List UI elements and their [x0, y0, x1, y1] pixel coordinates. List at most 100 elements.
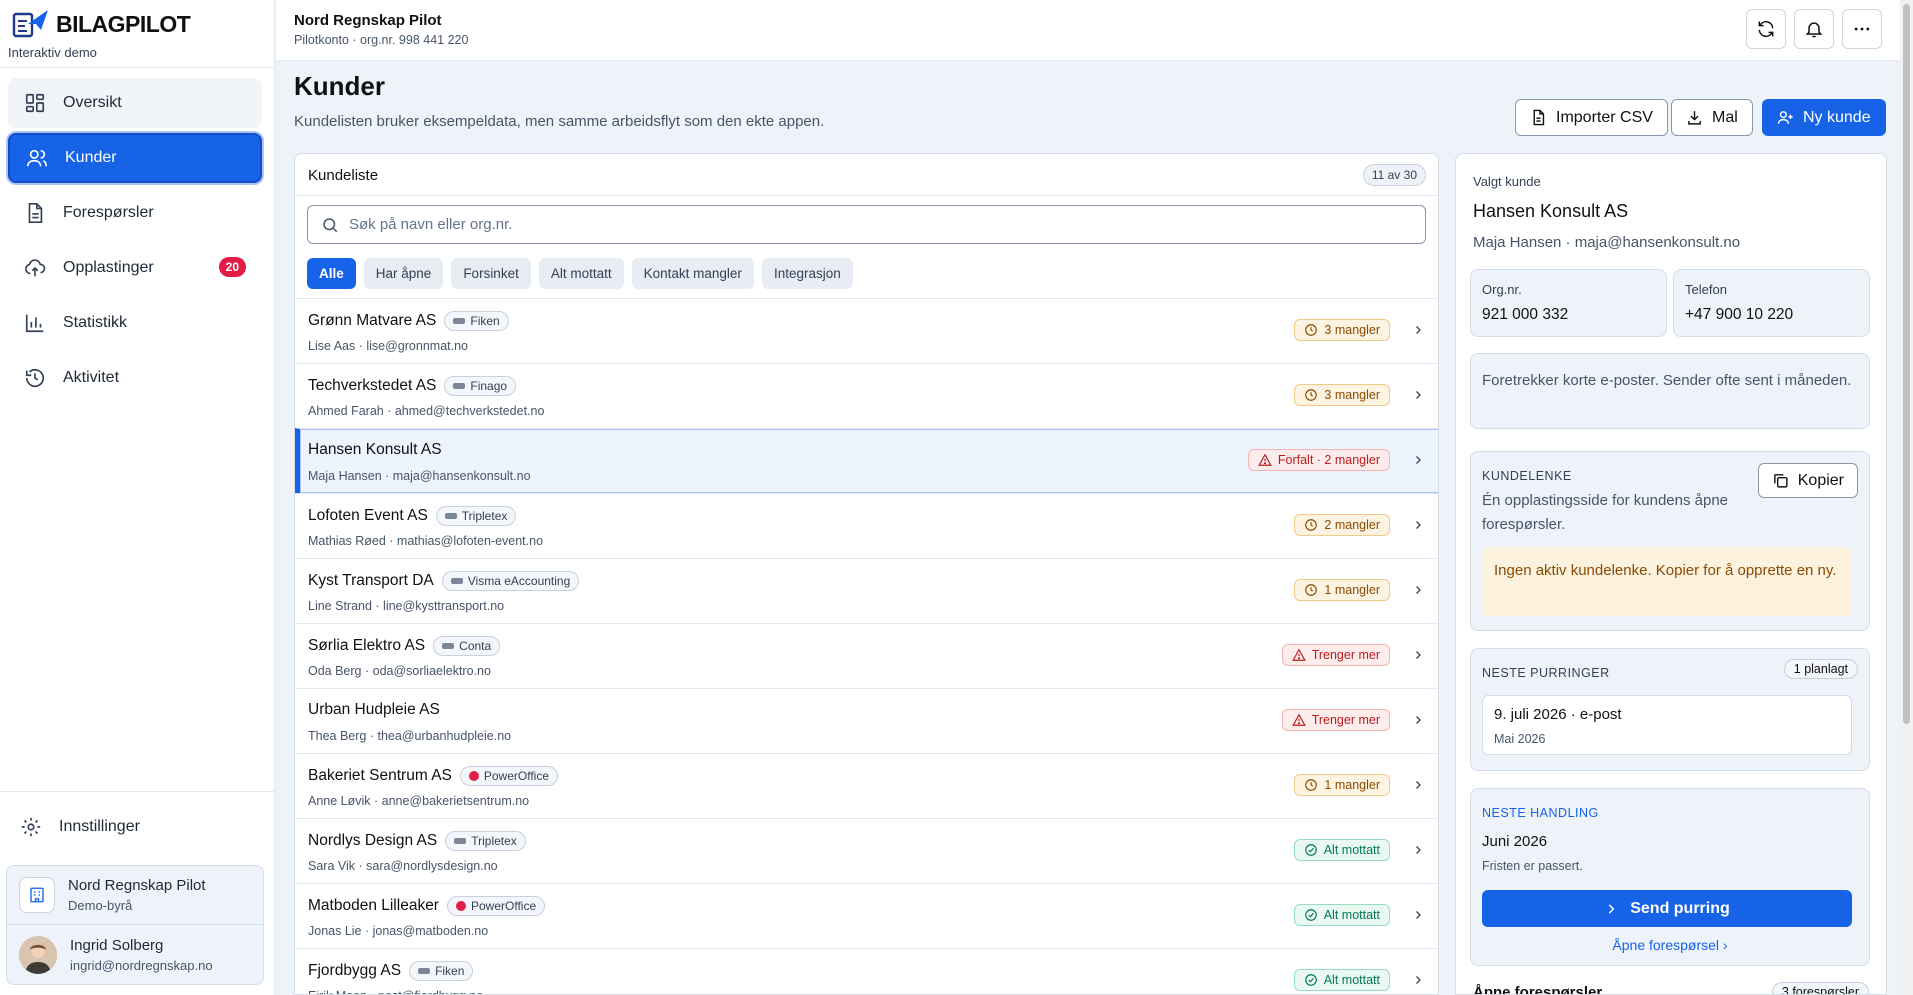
- gear-icon: [21, 817, 41, 837]
- warning-icon: [1291, 648, 1306, 662]
- customer-name: Techverkstedet AS: [308, 377, 437, 394]
- status-label: 3 mangler: [1324, 323, 1380, 337]
- open-request-label: Åpne forespørsel: [1612, 937, 1720, 953]
- customer-detail-panel: Valgt kunde Hansen Konsult AS Maja Hanse…: [1455, 153, 1887, 995]
- document-icon: [28, 203, 43, 223]
- bell-icon: [1805, 22, 1823, 38]
- refresh-button[interactable]: [1746, 9, 1786, 49]
- table-row[interactable]: Matboden Lilleaker PowerOffice Jonas Lie …: [295, 883, 1438, 948]
- status-badge: 1 mangler: [1294, 579, 1390, 601]
- link-warning: Ingen aktiv kundelenke. Kopier for å opp…: [1482, 547, 1852, 616]
- customer-contact: Sara Vik · sara@nordlysdesign.no: [308, 859, 498, 873]
- nav-item-aktivitet[interactable]: Aktivitet: [8, 353, 262, 403]
- clock-icon: [1304, 323, 1318, 337]
- avatar: [19, 935, 57, 974]
- chevron-right-icon: [1416, 846, 1421, 854]
- copy-link-button[interactable]: Kopier: [1757, 463, 1858, 498]
- search-input[interactable]: [349, 216, 1425, 233]
- check-circle-icon: [1304, 908, 1318, 922]
- integration-logo-icon: [450, 578, 463, 584]
- integration-label: Fiken: [470, 314, 500, 328]
- more-button[interactable]: [1842, 9, 1882, 49]
- list-title: Kundeliste: [308, 167, 379, 184]
- status-badge: Alt mottatt: [1293, 839, 1390, 861]
- customer-name: Fjordbygg AS: [308, 962, 402, 979]
- reminders-card: NESTE PURRINGER 1 planlagt 9. juli 2026 …: [1470, 648, 1870, 771]
- open-requests-count: 3 forespørsler: [1771, 982, 1869, 994]
- table-row[interactable]: Hansen Konsult AS Maja Hansen · maja@han…: [295, 428, 1438, 493]
- table-row[interactable]: Kyst Transport DA Visma eAccounting Line …: [295, 558, 1438, 623]
- nav-item-opplastinger[interactable]: Opplastinger 20: [8, 243, 262, 293]
- settings-link[interactable]: Innstillinger: [20, 816, 140, 838]
- account-title: Nord Regnskap Pilot: [294, 12, 442, 29]
- list-count: 11 av 30: [1362, 164, 1426, 186]
- customer-contact: Oda Berg · oda@sorliaelektro.no: [308, 664, 491, 678]
- customer-name-wrap: Kyst Transport DA Visma eAccounting: [308, 571, 580, 591]
- brand-name: BILAGPILOT: [56, 10, 191, 37]
- filter-alle[interactable]: Alle: [307, 258, 356, 289]
- filter-forsinket[interactable]: Forsinket: [451, 258, 531, 289]
- dashboard-icon: [25, 93, 45, 113]
- phone-box: Telefon +47 900 10 220: [1673, 269, 1870, 337]
- import-label: Importer CSV: [1556, 108, 1653, 126]
- filter-alt-mottatt[interactable]: Alt mottatt: [538, 258, 624, 289]
- customer-name: Grønn Matvare AS: [308, 312, 437, 329]
- customer-contact: Ahmed Farah · ahmed@techverkstedet.no: [308, 404, 545, 418]
- integration-badge: Tripletex: [435, 506, 517, 526]
- chevron-right-icon: [1416, 911, 1421, 919]
- nav-item-statistikk[interactable]: Statistikk: [8, 298, 262, 348]
- search-field[interactable]: [307, 205, 1426, 244]
- import-csv-button[interactable]: Importer CSV: [1515, 99, 1668, 136]
- chevron-right-icon: [1416, 976, 1421, 984]
- filter-chips: Alle Har åpne Forsinket Alt mottatt Kont…: [307, 258, 853, 289]
- notifications-button[interactable]: [1794, 9, 1834, 49]
- table-row[interactable]: Fjordbygg AS Fiken Eirik Moen · post@fjor…: [295, 948, 1438, 994]
- customer-contact: Jonas Lie · jonas@matboden.no: [308, 924, 489, 938]
- table-row[interactable]: Lofoten Event AS Tripletex Mathias Røed ·…: [295, 493, 1438, 558]
- reminder-item[interactable]: 9. juli 2026 · e-post Mai 2026: [1482, 695, 1852, 755]
- table-row[interactable]: Techverkstedet AS Finago Ahmed Farah · ah…: [295, 363, 1438, 428]
- customer-name-wrap: Hansen Konsult AS: [308, 441, 442, 459]
- nav-label: Aktivitet: [63, 369, 120, 386]
- table-row[interactable]: Sørlia Elektro AS Conta Oda Berg · oda@so…: [295, 623, 1438, 688]
- org-switcher[interactable]: Nord Regnskap Pilot Demo-byrå: [6, 865, 264, 925]
- table-row[interactable]: Urban Hudpleie AS Thea Berg · thea@urban…: [295, 688, 1438, 753]
- next-action-subtitle: Fristen er passert.: [1482, 859, 1583, 873]
- filter-integrasjon[interactable]: Integrasjon: [761, 258, 853, 289]
- uploads-count-badge: 20: [218, 257, 246, 277]
- nav-label: Kunder: [65, 149, 117, 166]
- nav-item-foresporsler[interactable]: Forespørsler: [8, 188, 262, 238]
- divider: [0, 791, 275, 792]
- nav-label: Opplastinger: [63, 259, 154, 276]
- integration-logo-icon: [454, 838, 467, 844]
- status-label: Alt mottatt: [1323, 843, 1380, 857]
- table-row[interactable]: Bakeriet Sentrum AS PowerOffice Anne Løvi…: [295, 753, 1438, 818]
- customer-list-panel: Kundeliste 11 av 30 Alle Har åpne Forsin…: [294, 153, 1439, 995]
- topbar: Nord Regnskap Pilot Pilotkonto · org.nr.…: [276, 0, 1900, 61]
- open-request-link[interactable]: Åpne forespørsel ›: [1471, 937, 1869, 953]
- scroll-thumb[interactable]: [1903, 4, 1910, 724]
- customer-link-description: Én opplastingsside for kundens åpne fore…: [1482, 492, 1729, 533]
- integration-badge: Tripletex: [445, 831, 526, 851]
- customer-name: Matboden Lilleaker: [308, 897, 439, 914]
- integration-label: PowerOffice: [470, 899, 537, 913]
- brand-logo[interactable]: BILAGPILOT: [10, 8, 191, 40]
- customer-name: Sørlia Elektro AS: [308, 637, 426, 654]
- filter-kontakt-mangler[interactable]: Kontakt mangler: [631, 258, 754, 289]
- nav-item-kunder[interactable]: Kunder: [8, 133, 262, 183]
- filter-har-apne[interactable]: Har åpne: [363, 258, 444, 289]
- chevron-right-icon: [1608, 903, 1615, 914]
- nav-item-oversikt[interactable]: Oversikt: [8, 78, 262, 128]
- table-row[interactable]: Grønn Matvare AS Fiken Lise Aas · lise@gr…: [295, 298, 1438, 363]
- template-button[interactable]: Mal: [1671, 99, 1753, 136]
- integration-label: Fiken: [435, 964, 465, 978]
- send-reminder-button[interactable]: Send purring: [1482, 890, 1852, 927]
- user-menu[interactable]: Ingrid Solberg ingrid@nordregnskap.no: [6, 925, 264, 985]
- table-row[interactable]: Nordlys Design AS Tripletex Sara Vik · sa…: [295, 818, 1438, 883]
- customer-name: Lofoten Event AS: [308, 507, 428, 524]
- page-scrollbar[interactable]: [1900, 0, 1913, 995]
- chevron-right-icon: [1416, 781, 1421, 789]
- clock-icon: [1304, 778, 1318, 792]
- new-customer-button[interactable]: Ny kunde: [1762, 99, 1886, 136]
- search-icon: [323, 217, 338, 232]
